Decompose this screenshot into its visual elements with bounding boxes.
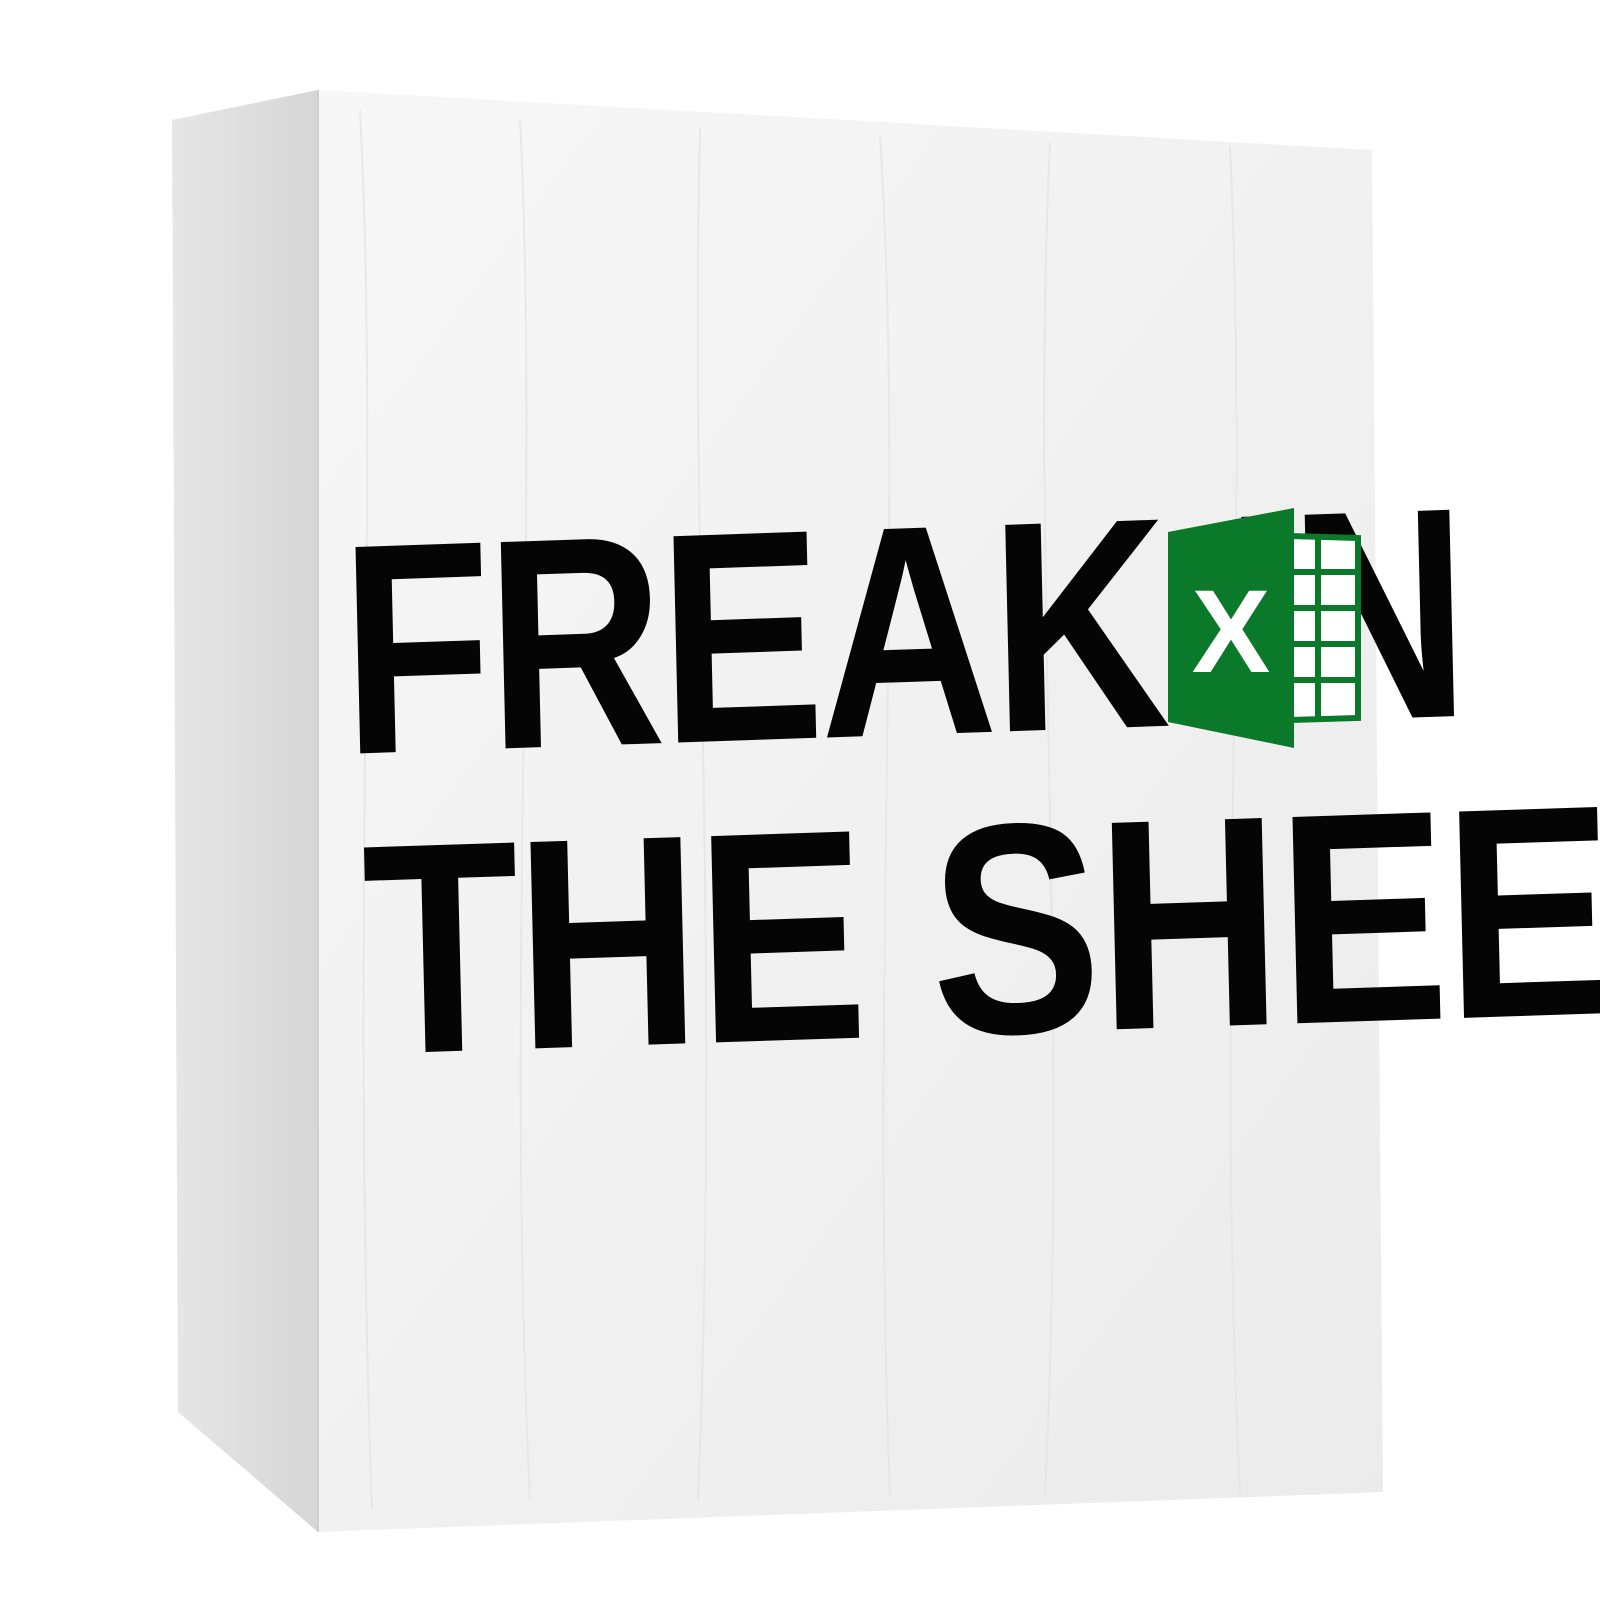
block-side [172, 90, 318, 1532]
spreadsheet-app-icon: X [1168, 508, 1361, 748]
grid-sheet [1287, 532, 1361, 724]
block-face [318, 90, 1383, 1532]
product-scene: FREAK IN THE SHEETS X [0, 0, 1600, 1600]
logo-letter: X [1192, 566, 1271, 698]
wood-block [172, 90, 1383, 1532]
